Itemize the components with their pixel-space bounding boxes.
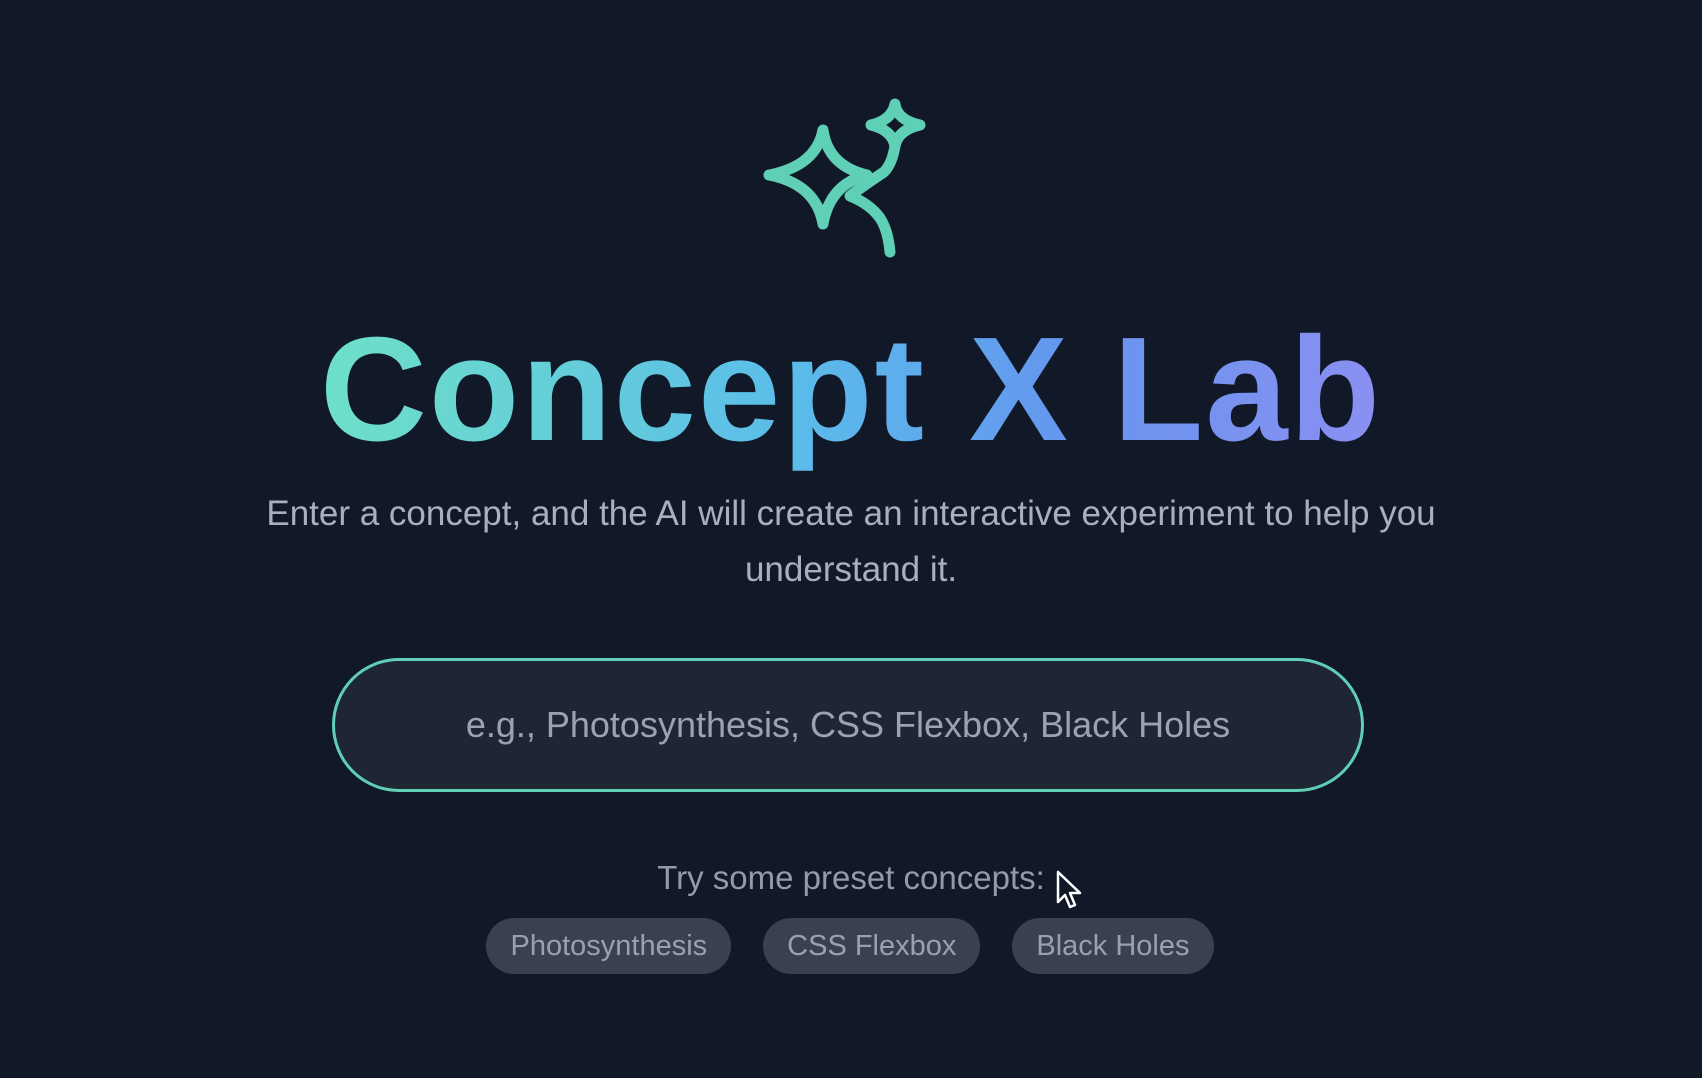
- preset-chip-css-flexbox[interactable]: CSS Flexbox: [763, 918, 981, 974]
- preset-concepts-list: Photosynthesis CSS Flexbox Black Holes: [0, 918, 1701, 974]
- preset-concepts-label: Try some preset concepts:: [657, 859, 1045, 896]
- sparkles-icon: [763, 98, 926, 258]
- preset-chip-black-holes[interactable]: Black Holes: [1012, 918, 1214, 974]
- preset-chip-photosynthesis[interactable]: Photosynthesis: [486, 918, 732, 974]
- concept-search-box[interactable]: [332, 658, 1364, 792]
- page-title: Concept X Lab: [319, 307, 1383, 472]
- mouse-cursor-icon: [1056, 870, 1082, 909]
- landing-page: Concept X Lab Enter a concept, and the A…: [0, 0, 1702, 1078]
- page-subtitle: Enter a concept, and the AI will create …: [266, 494, 1436, 589]
- concept-input[interactable]: [335, 661, 1361, 789]
